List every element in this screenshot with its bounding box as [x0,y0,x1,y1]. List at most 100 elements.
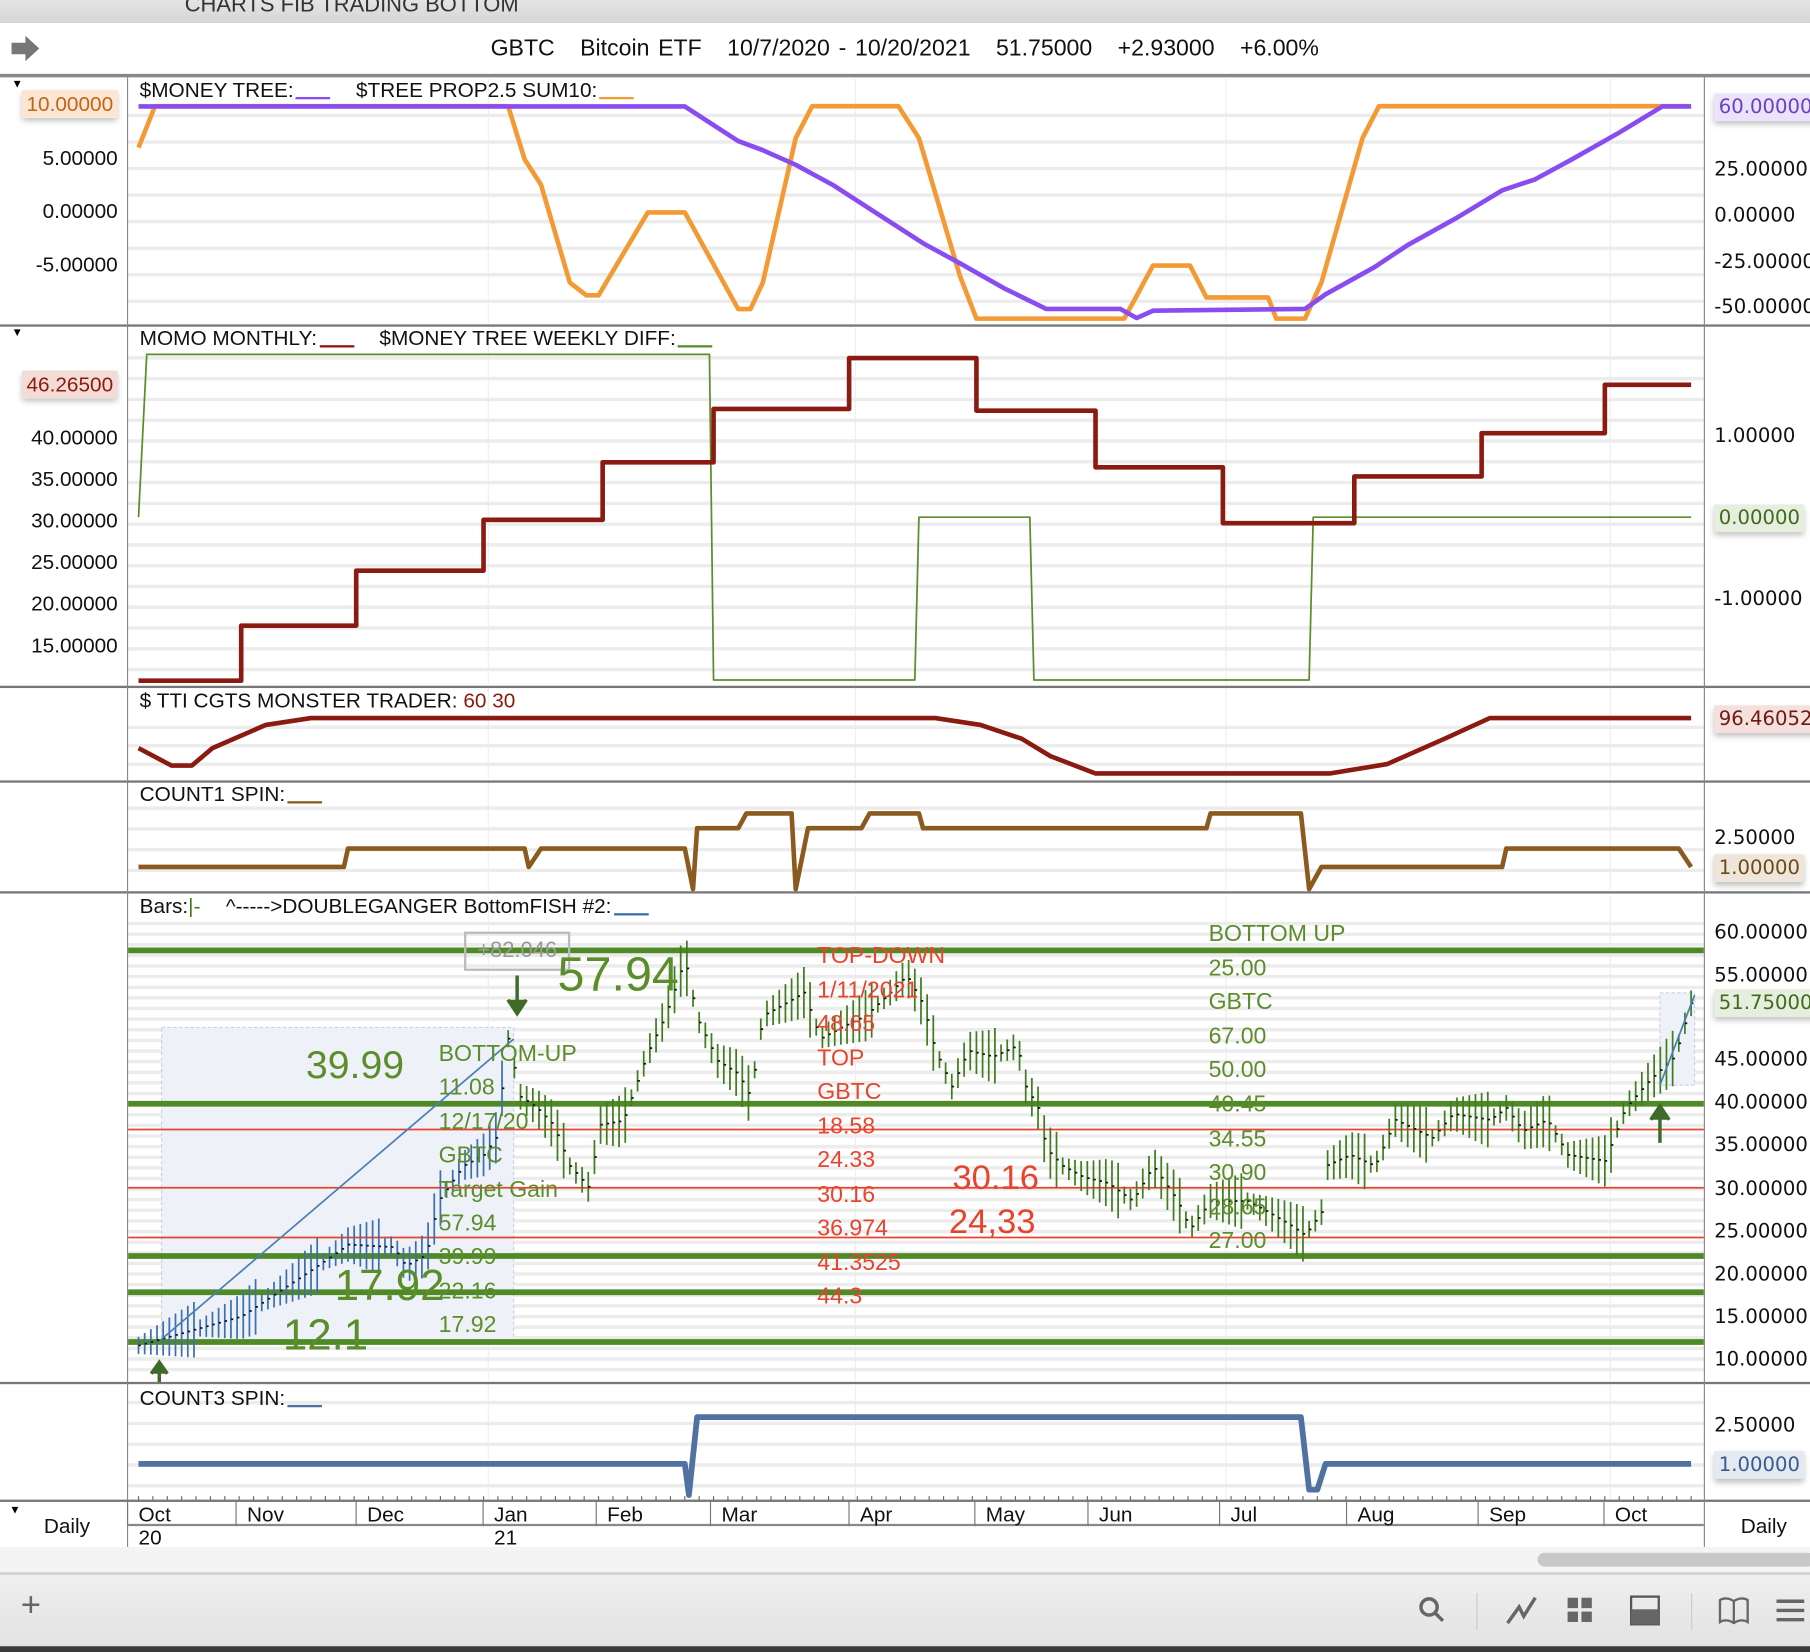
left-value-tag: 46.26500 [21,370,118,399]
search-icon[interactable] [1418,1595,1448,1625]
annotation-line: 57.94 [438,1210,497,1237]
window-bottom-edge [0,1646,1810,1652]
axis-tick: 0.00000 [1714,204,1796,228]
axis-tick: 15.00000 [1714,1305,1808,1329]
annotation-line: Target Gain [438,1177,558,1203]
axis-tick: -50.00000 [1714,295,1810,319]
month-label: Oct [1614,1503,1648,1527]
right-value-tag: 1.00000 [1714,854,1805,882]
right-value-tag: 1.00000 [1714,1451,1805,1479]
right-value-tag: 96.46052 [1714,705,1810,734]
axis-tick: 30.00000 [31,509,118,533]
tree-prop-line [136,103,1692,321]
period-selector-left[interactable]: Daily [44,1515,90,1539]
axis-tick: -25.00000 [1714,250,1810,274]
panel1-title: $MONEY TREE: $TREE PROP2.5 SUM10: [140,79,635,103]
support-label: 24,33 [948,1202,1036,1242]
panel-divider[interactable] [0,1381,1810,1385]
money-tree-line [138,104,1692,321]
month-label: Sep [1489,1503,1527,1527]
month-label: Apr [859,1503,893,1527]
axis-tick: 25.00000 [31,550,118,574]
collapse-icon[interactable]: ▼ [12,327,23,340]
axis-tick: 40.00000 [31,425,118,450]
axis-tick: 0.00000 [42,199,118,223]
annotation-line: 22.16 [438,1278,497,1305]
month-label: Nov [247,1503,284,1527]
gain-value-label: 39.99 [305,1043,405,1088]
plus-icon[interactable]: + [21,1586,41,1625]
level-label: 17.92 [334,1261,445,1311]
annotation-line: GBTC [1208,989,1273,1015]
annotation-line: 30.90 [1208,1160,1267,1186]
panel-divider[interactable] [0,1499,1810,1502]
weekly-diff-line [137,353,1692,681]
month-label: Mar [721,1503,758,1527]
annotation-line: 28.65 [1208,1194,1267,1220]
chart-window: CHARTS FIB TRADING BOTTOM GBTC Bitcoin ET… [0,0,1810,1652]
annotation-line: 25.00 [1208,955,1267,981]
month-label: Dec [367,1503,405,1527]
axis-tick: -1.00000 [1714,587,1803,611]
annotation-line: 30.16 [817,1181,876,1207]
annotation-line: 36.974 [817,1215,888,1242]
panel4-title: COUNT1 SPIN: [140,783,323,807]
panel3-title: $ TTI CGTS MONSTER TRADER: 60 30 [139,689,516,713]
annotation-line: GBTC [817,1079,882,1105]
annotation-line: BOTTOM-UP [438,1041,577,1067]
annotation-line: BOTTOM UP [1208,921,1346,947]
panel5-title: Bars:|- ^----->DOUBLEGANGER BottomFISH #2… [140,895,649,919]
axis-tick: 2.50000 [1714,1414,1796,1438]
scrollbar-thumb[interactable] [1537,1552,1810,1567]
annotation-line: TOP [817,1045,865,1071]
month-label: Jul [1230,1503,1258,1527]
axis-tick: 5.00000 [42,146,118,170]
grid-icon[interactable] [1566,1597,1594,1625]
panel-divider[interactable] [0,891,1810,894]
axis-tick: 2.50000 [1714,826,1796,850]
collapse-icon[interactable]: ▼ [12,79,23,92]
annotation-line: 18.58 [817,1113,876,1139]
month-label: Feb [607,1503,644,1527]
month-label: Jun [1098,1503,1133,1527]
annotation-line: 41.3525 [817,1249,901,1276]
axis-tick: 25.00000 [1714,158,1808,182]
menu-icon[interactable] [1775,1598,1805,1623]
axis-tick: 20.00000 [1714,1262,1808,1287]
axis-tick: 1.00000 [1714,424,1796,448]
chart-line-icon[interactable] [1505,1595,1537,1625]
support-label: 30.16 [952,1159,1039,1198]
momo-monthly-line [138,355,1692,683]
axis-tick: 45.00000 [1714,1048,1808,1072]
annotation-line: 50.00 [1208,1057,1267,1084]
low-price-label: 12.1 [282,1311,369,1360]
annotation-line: 1/11/2021 [817,977,919,1003]
axis-tick: 15.00000 [31,633,118,657]
month-label: Jan [494,1503,528,1527]
axis-tick: 40.00000 [1714,1090,1808,1115]
axis-tick: 35.00000 [1714,1133,1808,1157]
annotation-line: 27.00 [1208,1228,1267,1255]
annotation-line: 67.00 [1208,1023,1267,1050]
right-value-tag: 0.00000 [1714,504,1805,533]
annotation-line: 24.33 [817,1147,876,1173]
book-icon[interactable] [1718,1597,1750,1625]
peak-price-label: 57.94 [557,946,679,1001]
period-dropdown-icon[interactable]: ▼ [9,1504,20,1517]
panel-icon[interactable] [1629,1595,1660,1626]
annotation-line: GBTC [438,1143,503,1169]
axis-tick: 35.00000 [31,467,118,491]
annotation-line: 48.65 [817,1011,876,1037]
month-label: May [985,1503,1026,1527]
period-label-right[interactable]: Daily [1741,1515,1787,1539]
panel-divider[interactable] [0,685,1810,689]
annotation-line: 12/17/20 [438,1109,529,1135]
right-axis-border [1703,77,1705,1547]
annotation-line: 44.3 [817,1283,863,1310]
annotation-line: 17.92 [438,1312,497,1339]
annotation-line: 11.08 [438,1075,495,1101]
month-label: Aug [1357,1503,1395,1527]
gain-label-box: +82.046 [464,931,571,971]
month-label: Oct [138,1503,171,1527]
axis-tick: 25.00000 [1714,1220,1808,1244]
